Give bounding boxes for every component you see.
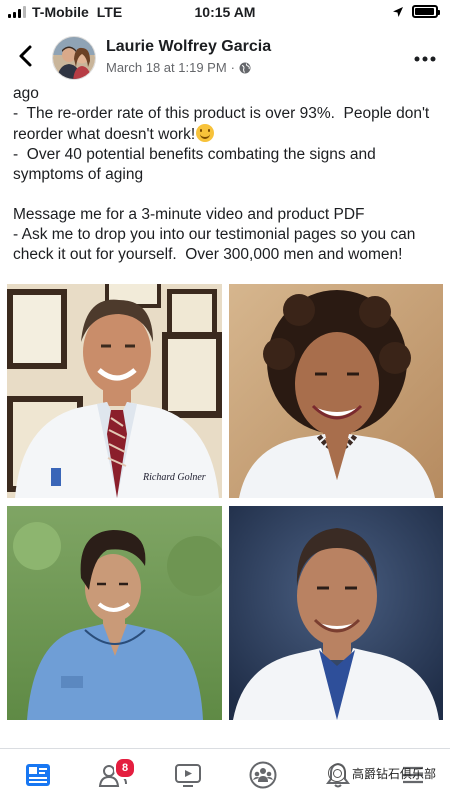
location-arrow-icon xyxy=(393,6,403,17)
tab-news-feed[interactable] xyxy=(0,749,75,800)
post-meta: March 18 at 1:19 PM · xyxy=(106,60,251,75)
chevron-left-icon xyxy=(19,45,32,67)
post-photo-woman-scrubs[interactable] xyxy=(7,506,222,720)
post-text-segment: - The re-order rate of this product is o… xyxy=(13,105,434,143)
tab-groups[interactable] xyxy=(225,749,300,800)
status-bar: T-Mobile LTE 10:15 AM xyxy=(0,0,450,24)
post-text-line: ago xyxy=(13,85,39,102)
tab-watch[interactable] xyxy=(150,749,225,800)
post-photo-doctor-office[interactable]: Richard Golner xyxy=(7,284,222,498)
groups-icon xyxy=(249,761,276,788)
friends-badge: 8 xyxy=(114,757,136,779)
battery-icon xyxy=(412,5,440,18)
post-date[interactable]: March 18 at 1:19 PM xyxy=(106,60,227,75)
wechat-logo-icon xyxy=(327,764,346,782)
post-text-line: - The re-order rate of this product is o… xyxy=(13,104,443,145)
post-photo-woman-doctor[interactable] xyxy=(229,284,443,498)
post-text-line: - Ask me to drop you into our testimonia… xyxy=(13,226,420,263)
coat-signature: Richard Golner xyxy=(142,472,206,483)
back-button[interactable] xyxy=(12,42,40,70)
watch-icon xyxy=(174,763,201,787)
author-avatar[interactable] xyxy=(52,36,96,80)
author-name[interactable]: Laurie Wolfrey Garcia xyxy=(106,38,271,56)
globe-icon xyxy=(239,62,251,73)
smiling-face-icon xyxy=(196,124,215,142)
post-text-line: Message me for a 3-minute video and prod… xyxy=(13,206,365,223)
post-body: ago - The re-order rate of this product … xyxy=(13,84,443,265)
status-time: 10:15 AM xyxy=(194,4,256,20)
post-photo-man-doctor[interactable] xyxy=(229,506,443,720)
watermark: 高爵钻石俱乐部 xyxy=(327,764,436,782)
watermark-text: 高爵钻石俱乐部 xyxy=(351,766,436,781)
tab-friends[interactable]: 8 xyxy=(75,749,150,800)
post-text-line: - Over 40 potential benefits combating t… xyxy=(13,146,381,183)
meta-separator: · xyxy=(230,60,236,75)
post-spacer xyxy=(13,185,443,205)
ellipsis-icon xyxy=(414,56,436,62)
news-feed-icon xyxy=(25,763,50,786)
post-header: Laurie Wolfrey Garcia March 18 at 1:19 P… xyxy=(0,28,450,84)
more-options-button[interactable] xyxy=(414,48,436,62)
